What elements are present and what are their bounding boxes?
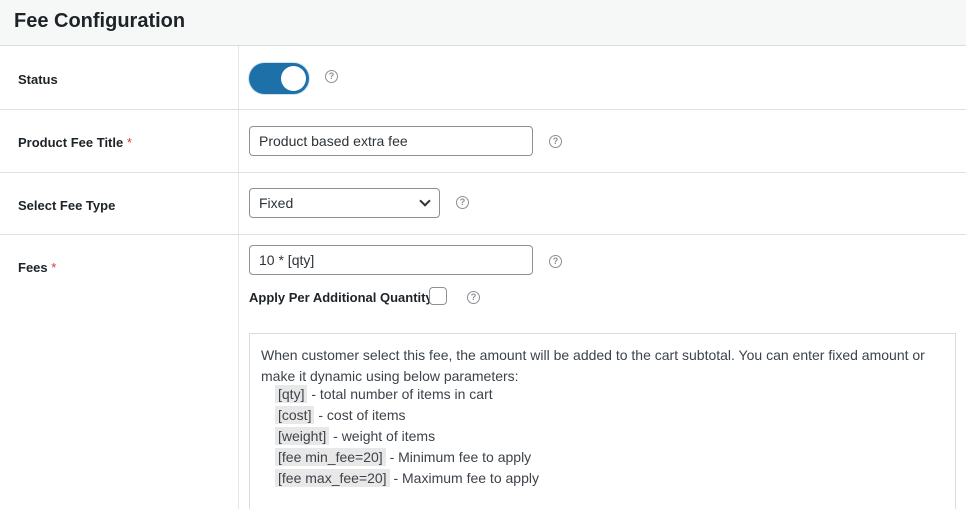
apply-per-qty-label: Apply Per Additional Quantity (249, 290, 433, 305)
param-line: [weight] - weight of items (275, 427, 436, 445)
param-text: - total number of items in cart (307, 386, 493, 402)
fees-input[interactable] (249, 245, 533, 275)
description-intro: When customer select this fee, the amoun… (261, 347, 925, 384)
param-code: [fee max_fee=20] (275, 469, 390, 487)
param-code: [qty] (275, 385, 308, 403)
help-icon[interactable]: ? (549, 135, 562, 148)
param-code: [weight] (275, 427, 330, 445)
page-title: Fee Configuration (14, 10, 186, 32)
param-code: [cost] (275, 406, 315, 424)
row-divider (0, 172, 966, 173)
param-text: - cost of items (314, 407, 406, 423)
toggle-knob (281, 66, 306, 91)
fee-title-label-text: Product Fee Title (18, 135, 124, 150)
fee-type-selected: Fixed (259, 195, 294, 211)
row-divider (0, 109, 966, 110)
fee-type-label: Select Fee Type (18, 198, 116, 213)
fee-title-input[interactable] (249, 126, 533, 156)
help-icon[interactable]: ? (325, 70, 338, 83)
param-text: - weight of items (329, 428, 436, 444)
section-header: Fee Configuration (0, 0, 966, 46)
apply-per-qty-checkbox[interactable] (429, 287, 447, 305)
fee-type-select[interactable]: Fixed (249, 188, 440, 218)
fee-description-box: When customer select this fee, the amoun… (249, 333, 956, 509)
help-icon[interactable]: ? (467, 291, 480, 304)
help-icon[interactable]: ? (549, 255, 562, 268)
param-line: [cost] - cost of items (275, 406, 406, 424)
fee-title-label: Product Fee Title * (18, 135, 132, 150)
fees-label-text: Fees (18, 260, 48, 275)
fees-label: Fees * (18, 260, 56, 275)
column-divider (238, 46, 239, 509)
param-line: [fee min_fee=20] - Minimum fee to apply (275, 448, 532, 466)
param-line: [qty] - total number of items in cart (275, 385, 493, 403)
required-mark: * (51, 260, 57, 275)
param-line: [fee max_fee=20] - Maximum fee to apply (275, 469, 539, 487)
status-toggle[interactable] (249, 63, 309, 94)
row-divider (0, 234, 966, 235)
help-icon[interactable]: ? (456, 196, 469, 209)
param-code: [fee min_fee=20] (275, 448, 386, 466)
status-label: Status (18, 72, 58, 87)
param-text: - Maximum fee to apply (389, 470, 539, 486)
param-text: - Minimum fee to apply (385, 449, 532, 465)
chevron-down-icon (419, 195, 431, 207)
required-mark: * (126, 135, 132, 150)
